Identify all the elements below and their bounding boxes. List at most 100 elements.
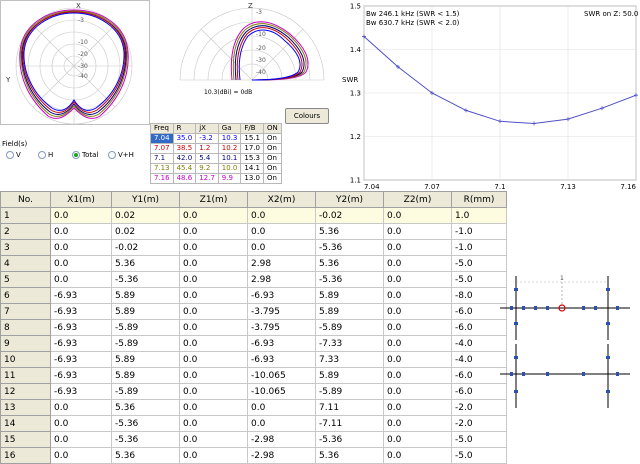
wire-cell[interactable]: 0.0 [383, 303, 452, 320]
wire-cell[interactable]: -6.0 [451, 303, 507, 320]
wire-cell[interactable]: 0.0 [179, 255, 248, 272]
wire-cell[interactable]: -6.93 [247, 351, 316, 368]
wire-cell[interactable]: -3.795 [247, 319, 316, 336]
wire-cell[interactable]: 5.36 [315, 447, 384, 464]
table-row[interactable]: 2 0.0 0.02 0.0 0.0 5.36 0.0 -1.0 [0, 223, 507, 240]
wire-cell[interactable]: -5.89 [111, 335, 180, 352]
table-row[interactable]: 8 -6.93 -5.89 0.0 -3.795 -5.89 0.0 -6.0 [0, 319, 507, 336]
wire-cell[interactable]: -5.36 [315, 431, 384, 448]
wire-cell[interactable]: 0.0 [383, 255, 452, 272]
wire-cell[interactable]: 0.0 [247, 223, 316, 240]
freq-row[interactable]: 7.13 45.4 9.2 10.0 14.1 On [150, 163, 282, 174]
freq-cell[interactable]: 10.0 [217, 163, 242, 174]
wire-cell[interactable]: -6.0 [451, 383, 507, 400]
colours-button[interactable]: Colours [285, 108, 329, 124]
freq-cell[interactable]: On [262, 143, 282, 154]
freq-cell[interactable]: 12.7 [195, 173, 219, 184]
wire-cell[interactable]: -6.0 [451, 367, 507, 384]
freq-cell[interactable]: On [262, 153, 282, 164]
wire-cell[interactable]: 0.0 [383, 399, 452, 416]
wire-cell[interactable]: -0.02 [111, 239, 180, 256]
freq-cell[interactable]: -3.2 [195, 133, 219, 144]
wire-cell[interactable]: 0.0 [50, 223, 112, 240]
wire-col-header[interactable]: X2(m) [247, 191, 316, 208]
wire-cell[interactable]: -1.0 [451, 223, 507, 240]
wire-cell[interactable]: -5.89 [315, 319, 384, 336]
table-row[interactable]: 5 0.0 -5.36 0.0 2.98 -5.36 0.0 -5.0 [0, 271, 507, 288]
wire-cell[interactable]: 0.0 [383, 447, 452, 464]
wire-cell[interactable]: -0.02 [315, 207, 384, 224]
wire-cell[interactable]: -6.0 [451, 319, 507, 336]
freq-cell[interactable]: 7.1 [150, 153, 174, 164]
freq-cell[interactable]: 42.0 [172, 153, 197, 164]
radio-v-h[interactable]: V+H [108, 151, 134, 159]
wire-cell[interactable]: 0.0 [383, 415, 452, 432]
wire-cell[interactable]: -8.0 [451, 287, 507, 304]
wire-cell[interactable]: -5.0 [451, 447, 507, 464]
freq-cell[interactable]: 9.2 [195, 163, 219, 174]
wire-cell[interactable]: -2.0 [451, 399, 507, 416]
table-row[interactable]: 10 -6.93 5.89 0.0 -6.93 7.33 0.0 -4.0 [0, 351, 507, 368]
wire-cell[interactable]: 0.0 [50, 207, 112, 224]
wire-cell[interactable]: 0.0 [179, 239, 248, 256]
radio-total-dot[interactable] [72, 151, 80, 159]
wire-cell[interactable]: 0.0 [50, 431, 112, 448]
wire-col-header[interactable]: Y1(m) [111, 191, 180, 208]
freq-cell[interactable]: 7.07 [150, 143, 174, 154]
freq-row[interactable]: 7.16 48.6 12.7 9.9 13.0 On [150, 173, 282, 184]
wire-cell[interactable]: 0.0 [179, 351, 248, 368]
wire-cell[interactable]: -5.89 [111, 319, 180, 336]
freq-row[interactable]: 7.04 35.0 -3.2 10.3 15.1 On [150, 133, 282, 144]
wire-cell[interactable]: 0.0 [247, 239, 316, 256]
wire-cell[interactable]: 0.02 [111, 207, 180, 224]
wire-cell[interactable]: -6.93 [50, 319, 112, 336]
wire-cell[interactable]: 0.0 [179, 319, 248, 336]
wire-col-header[interactable]: Z2(m) [383, 191, 452, 208]
wire-cell[interactable]: 0.0 [383, 319, 452, 336]
wire-cell[interactable]: -4.0 [451, 335, 507, 352]
freq-cell[interactable]: 17.0 [240, 143, 264, 154]
wire-cell[interactable]: -5.36 [111, 415, 180, 432]
freq-row[interactable]: 7.07 38.5 1.2 10.2 17.0 On [150, 143, 282, 154]
wire-cell[interactable]: -1.0 [451, 239, 507, 256]
radio-h-dot[interactable] [38, 151, 46, 159]
wire-cell[interactable]: 0.0 [179, 335, 248, 352]
wire-cell[interactable]: 0.02 [111, 223, 180, 240]
wire-cell[interactable]: -5.89 [315, 383, 384, 400]
wire-cell[interactable]: 5.89 [111, 303, 180, 320]
freq-cell[interactable]: 38.5 [172, 143, 197, 154]
wire-cell[interactable]: -5.36 [111, 431, 180, 448]
wire-cell[interactable]: 0.0 [179, 271, 248, 288]
wire-cell[interactable]: 0.0 [50, 415, 112, 432]
freq-cell[interactable]: 5.4 [195, 153, 219, 164]
wire-cell[interactable]: -5.0 [451, 271, 507, 288]
wire-cell[interactable]: -4.0 [451, 351, 507, 368]
wire-cell[interactable]: 7.33 [315, 351, 384, 368]
freq-cell[interactable]: 15.3 [240, 153, 264, 164]
wire-cell[interactable]: 5.36 [111, 399, 180, 416]
wire-cell[interactable]: -2.0 [451, 415, 507, 432]
freq-cell[interactable]: 14.1 [240, 163, 264, 174]
freq-cell[interactable]: 10.2 [217, 143, 242, 154]
wire-cell[interactable]: -6.93 [247, 287, 316, 304]
freq-cell[interactable]: 9.9 [217, 173, 242, 184]
wire-cell[interactable]: -5.36 [315, 271, 384, 288]
table-row[interactable]: 3 0.0 -0.02 0.0 0.0 -5.36 0.0 -1.0 [0, 239, 507, 256]
freq-cell[interactable]: 10.3 [217, 133, 242, 144]
table-row[interactable]: 16 0.0 5.36 0.0 -2.98 5.36 0.0 -5.0 [0, 447, 507, 464]
wire-cell[interactable]: -7.11 [315, 415, 384, 432]
wire-cell[interactable]: 0.0 [179, 399, 248, 416]
wire-cell[interactable]: -10.065 [247, 383, 316, 400]
wire-cell[interactable]: 0.0 [50, 399, 112, 416]
wire-cell[interactable]: 0.0 [383, 383, 452, 400]
wire-cell[interactable]: 5.36 [111, 255, 180, 272]
wire-cell[interactable]: 5.89 [315, 303, 384, 320]
wire-cell[interactable]: 5.89 [111, 351, 180, 368]
wire-cell[interactable]: 0.0 [247, 399, 316, 416]
freq-cell[interactable]: 48.6 [172, 173, 197, 184]
wire-cell[interactable]: -6.93 [50, 351, 112, 368]
wire-cell[interactable]: -10.065 [247, 367, 316, 384]
radio-total[interactable]: Total [72, 151, 98, 159]
freq-cell[interactable]: 1.2 [195, 143, 219, 154]
wire-cell[interactable]: 0.0 [179, 415, 248, 432]
